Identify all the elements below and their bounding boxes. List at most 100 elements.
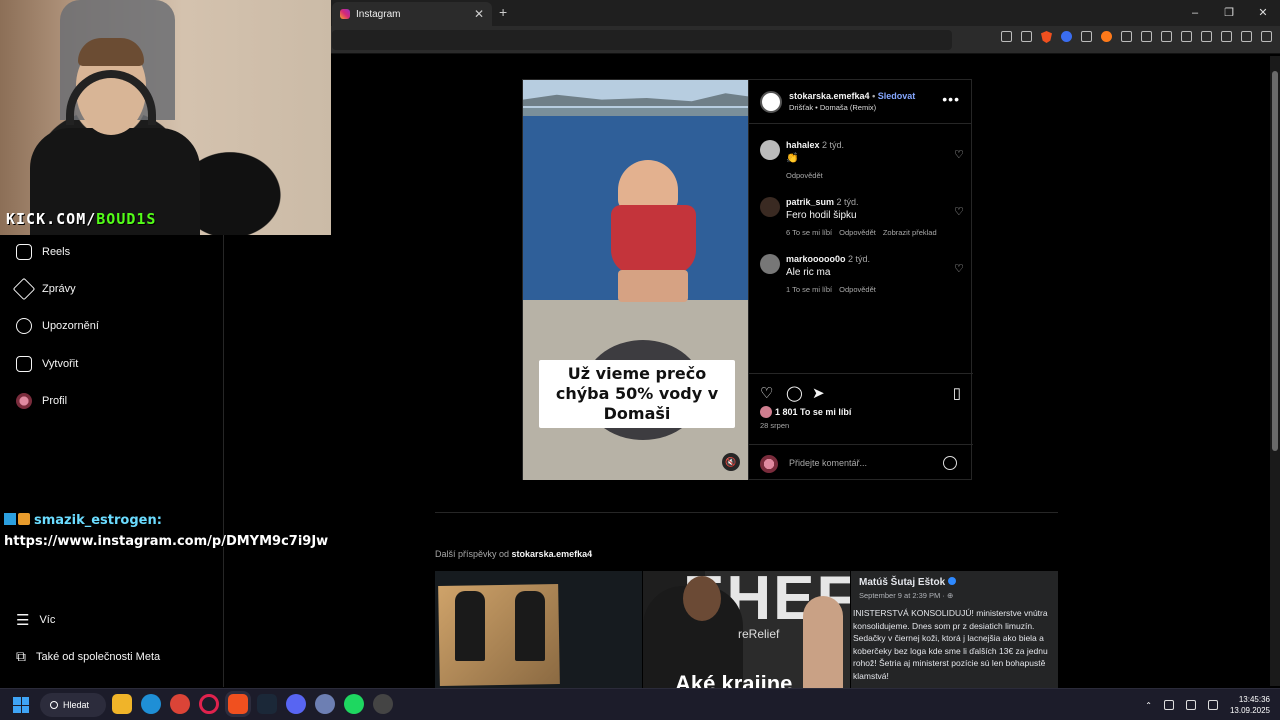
maximize-button[interactable]: ❐: [1212, 0, 1246, 26]
profile-avatar: [16, 393, 32, 409]
screenshot-icon[interactable]: [1141, 31, 1152, 42]
leo-icon[interactable]: [1221, 31, 1232, 42]
follow-button[interactable]: Sledovat: [878, 91, 916, 101]
chat-username: smazik_estrogen:: [34, 513, 162, 528]
grid-post[interactable]: Matúš Šutaj Eštok September 9 at 2:39 PM…: [851, 571, 1058, 688]
bookmark-icon[interactable]: ▯: [953, 384, 961, 402]
sidebar-item-reels[interactable]: Reels: [16, 244, 70, 260]
mute-icon[interactable]: 🔇: [722, 453, 740, 471]
commenter-avatar[interactable]: [760, 197, 780, 217]
new-tab-button[interactable]: +: [499, 4, 507, 20]
translate-link[interactable]: Zobrazit překlad: [883, 228, 937, 237]
windows-start-icon[interactable]: [13, 697, 29, 713]
obs-icon[interactable]: [373, 694, 393, 714]
edge-icon[interactable]: [141, 694, 161, 714]
scrollbar-thumb[interactable]: [1272, 71, 1278, 451]
more-posts-author[interactable]: stokarska.emefka4: [512, 549, 593, 559]
file-explorer-icon[interactable]: [112, 694, 132, 714]
taskbar-apps: [112, 694, 393, 714]
share-icon[interactable]: ➤: [812, 384, 825, 402]
like-comment-icon[interactable]: ♡: [954, 207, 965, 218]
sidebar-item-meta[interactable]: ⧉ Také od společnosti Meta: [16, 648, 160, 665]
taskbar-search[interactable]: Hledat: [40, 693, 106, 717]
comment-user[interactable]: markooooo0o: [786, 254, 846, 264]
vpn-icon[interactable]: [1241, 31, 1252, 42]
spotify-icon[interactable]: [344, 694, 364, 714]
comment-user[interactable]: patrik_sum: [786, 197, 834, 207]
add-comment-bar: Přidejte komentář...: [749, 444, 973, 481]
extension-icon[interactable]: [1061, 31, 1072, 42]
chrome-icon[interactable]: [170, 694, 190, 714]
meta-apps-icon: ⧉: [16, 648, 26, 664]
steam-icon[interactable]: [257, 694, 277, 714]
menu-icon[interactable]: [1261, 31, 1272, 42]
extension-icon[interactable]: [1101, 31, 1112, 42]
fb-text: INISTERSTVÁ KONSOLIDUJÚ! ministerstve vn…: [853, 608, 1048, 681]
reply-link[interactable]: Odpovědět: [839, 228, 876, 237]
commenter-avatar[interactable]: [760, 140, 780, 160]
messages-icon: [12, 277, 36, 301]
person-shorts: [611, 205, 696, 275]
comment-icon[interactable]: ◯: [786, 384, 803, 402]
home-badge-icon: [18, 513, 30, 525]
comment-likes[interactable]: 6 To se mi líbí: [786, 228, 832, 237]
sidebar-item-notifications[interactable]: Upozornění: [16, 318, 99, 334]
emoji-icon[interactable]: [943, 456, 957, 470]
video-caption: Už vieme prečo chýba 50% vody v Domaši: [539, 360, 735, 428]
search-icon: [50, 701, 58, 709]
media-icon[interactable]: [1161, 31, 1172, 42]
tab-instagram[interactable]: Instagram ✕: [332, 2, 492, 26]
user-avatar: [760, 455, 778, 473]
brave-shield-icon[interactable]: [1041, 31, 1052, 43]
share-icon[interactable]: [1021, 31, 1032, 42]
cast-icon[interactable]: [1001, 31, 1012, 42]
microphone-icon[interactable]: [1163, 700, 1174, 710]
minimize-button[interactable]: –: [1178, 0, 1212, 26]
like-comment-icon[interactable]: ♡: [954, 150, 965, 161]
tab-close-icon[interactable]: ✕: [474, 7, 484, 21]
opera-icon[interactable]: [199, 694, 219, 714]
close-window-button[interactable]: ✕: [1246, 0, 1280, 26]
wallet-icon[interactable]: [1201, 31, 1212, 42]
brave-icon[interactable]: [228, 694, 248, 714]
sidebar-item-create[interactable]: Vytvořit: [16, 356, 78, 372]
system-tray: ⌃ 13:45:36 13.09.2025: [1145, 689, 1270, 720]
comment-user[interactable]: hahalex: [786, 140, 820, 150]
sidebar-item-more[interactable]: ☰ Víc: [16, 611, 55, 629]
audio-label[interactable]: Drišťak • Domaša (Remix): [789, 103, 876, 112]
fb-author: Matúš Šutaj Eštok: [859, 577, 946, 588]
sidebar-item-profile[interactable]: Profil: [16, 393, 67, 409]
extension-icon[interactable]: [1081, 31, 1092, 42]
reply-link[interactable]: Odpovědět: [839, 285, 876, 294]
liker-avatar: [760, 406, 772, 418]
post-video[interactable]: Už vieme prečo chýba 50% vody v Domaši 🔇: [523, 80, 748, 480]
clock[interactable]: 13:45:36 13.09.2025: [1230, 694, 1270, 716]
comment-body: Ale ric ma: [786, 267, 831, 278]
like-comment-icon[interactable]: ♡: [954, 264, 965, 275]
likes-count[interactable]: 1 801 To se mi líbí: [760, 406, 851, 418]
sub-badge-icon: [4, 513, 16, 525]
chevron-up-icon[interactable]: ⌃: [1145, 701, 1152, 710]
comment-likes[interactable]: 1 To se mi líbí: [786, 285, 832, 294]
network-icon[interactable]: [1185, 700, 1196, 710]
more-options-icon[interactable]: •••: [942, 91, 960, 107]
sidebar-icon[interactable]: [1181, 31, 1192, 42]
chat-text: https://www.instagram.com/p/DMYM9c7i9Jw: [4, 534, 329, 549]
app-icon[interactable]: [315, 694, 335, 714]
grid-post[interactable]: EHEF reRelief Aké krajine: [643, 571, 850, 688]
comment-input[interactable]: Přidejte komentář...: [789, 458, 867, 468]
sidebar-item-messages[interactable]: Zprávy: [12, 277, 76, 301]
commenter-avatar[interactable]: [760, 254, 780, 274]
author-name[interactable]: stokarska.emefka4: [789, 91, 870, 101]
fb-date: September 9 at 2:39 PM · ⊕: [859, 591, 954, 600]
page-scrollbar[interactable]: [1270, 56, 1280, 686]
grid-post[interactable]: [435, 571, 642, 688]
person-figure: [803, 596, 843, 688]
extensions-puzzle-icon[interactable]: [1121, 31, 1132, 42]
discord-icon[interactable]: [286, 694, 306, 714]
address-bar[interactable]: [332, 30, 952, 50]
like-icon[interactable]: ♡: [760, 384, 773, 402]
volume-icon[interactable]: [1207, 700, 1218, 710]
reply-link[interactable]: Odpovědět: [786, 171, 823, 180]
author-avatar[interactable]: [760, 91, 782, 113]
